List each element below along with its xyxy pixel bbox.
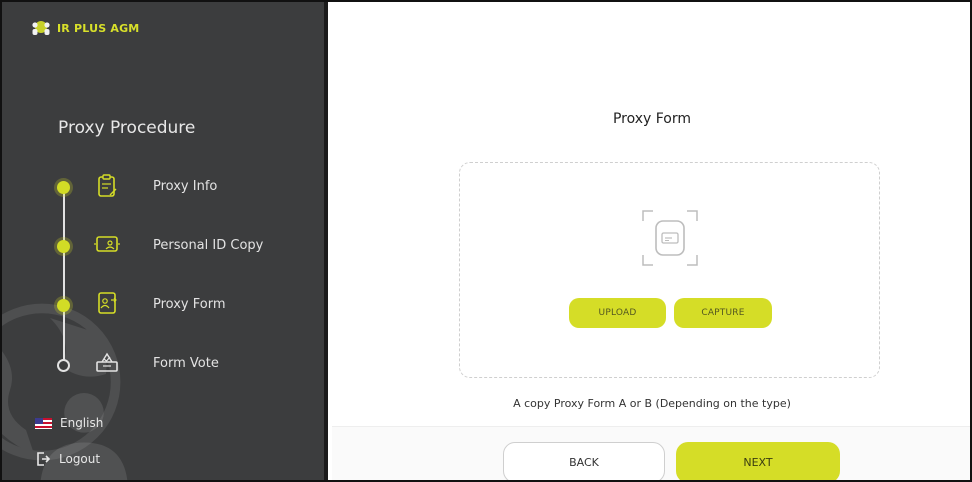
language-label: English	[60, 416, 104, 430]
app-frame: IR PLUS AGM Proxy Procedure Proxy Info P…	[0, 0, 972, 482]
step-done-dot	[57, 181, 70, 194]
procedure-title: Proxy Procedure	[58, 118, 196, 138]
next-button[interactable]: NEXT	[676, 442, 840, 480]
step-label: Proxy Info	[153, 179, 218, 194]
timeline-line	[63, 187, 65, 365]
clipboard-icon	[98, 174, 117, 197]
proxy-form-icon	[98, 292, 117, 314]
us-flag-icon	[35, 417, 52, 429]
id-card-icon	[94, 236, 120, 252]
logout-label: Logout	[59, 452, 101, 466]
step-proxy-form[interactable]: Proxy Form	[2, 286, 324, 326]
step-current-dot	[57, 299, 70, 312]
upload-button[interactable]: UPLOAD	[569, 298, 666, 328]
brand-name: IR PLUS AGM	[57, 21, 140, 35]
page-title: Proxy Form	[612, 111, 692, 127]
sidebar: IR PLUS AGM Proxy Procedure Proxy Info P…	[2, 2, 328, 480]
brand: IR PLUS AGM	[31, 20, 139, 36]
step-label: Proxy Form	[153, 297, 226, 312]
ballot-box-icon	[96, 352, 118, 372]
upload-hint: A copy Proxy Form A or B (Depending on t…	[513, 397, 791, 410]
footer-bar: BACK NEXT	[332, 426, 970, 480]
scan-document-icon	[642, 210, 698, 266]
upload-dropzone[interactable]: UPLOAD CAPTURE	[459, 162, 880, 378]
step-label: Form Vote	[153, 356, 219, 371]
logout-button[interactable]: Logout	[35, 451, 100, 467]
language-selector[interactable]: English	[35, 416, 103, 430]
step-pending-dot	[57, 359, 70, 372]
step-form-vote[interactable]: Form Vote	[2, 345, 324, 385]
logout-icon	[37, 452, 51, 466]
step-done-dot	[57, 240, 70, 253]
capture-button[interactable]: CAPTURE	[674, 298, 772, 328]
people-globe-icon	[32, 21, 50, 35]
main-panel: Proxy Form UPLOAD CAPTURE A copy Proxy F…	[332, 2, 970, 480]
back-button[interactable]: BACK	[503, 442, 665, 480]
step-label: Personal ID Copy	[153, 238, 264, 253]
step-proxy-info[interactable]: Proxy Info	[2, 169, 324, 209]
step-personal-id-copy[interactable]: Personal ID Copy	[2, 227, 324, 267]
